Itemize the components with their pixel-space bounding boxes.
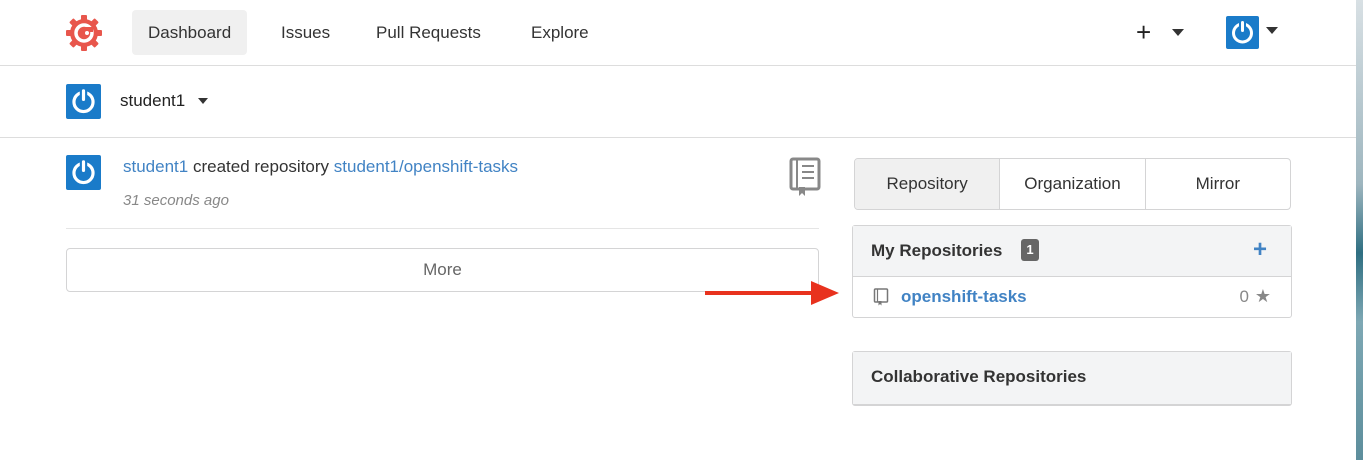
- collaborative-repositories-panel: Collaborative Repositories: [852, 351, 1292, 406]
- repo-star-count: 0: [1239, 287, 1249, 306]
- context-avatar[interactable]: [66, 84, 101, 119]
- collaborative-repositories-header: Collaborative Repositories: [853, 352, 1291, 404]
- feed-repo-link[interactable]: student1/openshift-tasks: [334, 157, 518, 176]
- repo-link[interactable]: openshift-tasks: [901, 287, 1027, 307]
- create-new-plus-icon[interactable]: +: [1136, 18, 1151, 46]
- feed-divider: [66, 228, 819, 229]
- tab-mirror[interactable]: Mirror: [1144, 159, 1290, 209]
- power-avatar-icon: [72, 159, 95, 185]
- power-avatar-icon: [72, 88, 95, 114]
- my-repositories-header: My Repositories 1 +: [853, 226, 1291, 277]
- user-menu-caret-icon[interactable]: [1266, 27, 1278, 34]
- nav-dashboard[interactable]: Dashboard: [132, 10, 248, 55]
- tab-repository[interactable]: Repository: [855, 159, 1000, 209]
- red-arrow-icon: [705, 281, 839, 305]
- feed-entry-text: student1 created repository student1/ope…: [123, 157, 518, 177]
- context-user-name[interactable]: student1: [120, 91, 185, 111]
- gogs-logo-icon[interactable]: [64, 13, 104, 53]
- feed-timestamp: 31 seconds ago: [123, 192, 229, 209]
- context-switch-caret-icon[interactable]: [198, 98, 208, 104]
- my-repositories-panel: My Repositories 1 + openshift-tasks 0 ★: [852, 225, 1292, 318]
- add-repository-plus-icon[interactable]: +: [1253, 237, 1267, 263]
- feed-avatar[interactable]: [66, 155, 101, 190]
- feed-action: created repository: [192, 157, 330, 176]
- tab-organization[interactable]: Organization: [999, 159, 1144, 209]
- user-avatar[interactable]: [1226, 16, 1259, 49]
- top-navbar: Dashboard Issues Pull Requests Explore +: [0, 0, 1356, 66]
- feed-actor-link[interactable]: student1: [123, 157, 188, 176]
- book-icon: [789, 157, 821, 196]
- nav-explore[interactable]: Explore: [515, 10, 605, 55]
- repo-count-badge: 1: [1021, 239, 1039, 261]
- desktop-background-strip: [1356, 0, 1363, 460]
- create-new-caret-icon[interactable]: [1172, 29, 1184, 36]
- star-icon: ★: [1254, 286, 1271, 306]
- nav-issues[interactable]: Issues: [265, 10, 346, 55]
- list-item[interactable]: openshift-tasks 0 ★: [853, 277, 1291, 317]
- context-bar: student1: [0, 67, 1356, 138]
- power-avatar-icon: [1232, 20, 1253, 44]
- my-repositories-title: My Repositories: [871, 241, 1003, 260]
- repo-book-icon: [873, 288, 889, 306]
- repo-type-tabs: Repository Organization Mirror: [854, 158, 1291, 210]
- collaborative-repositories-title: Collaborative Repositories: [871, 367, 1087, 386]
- nav-pull-requests[interactable]: Pull Requests: [360, 10, 497, 55]
